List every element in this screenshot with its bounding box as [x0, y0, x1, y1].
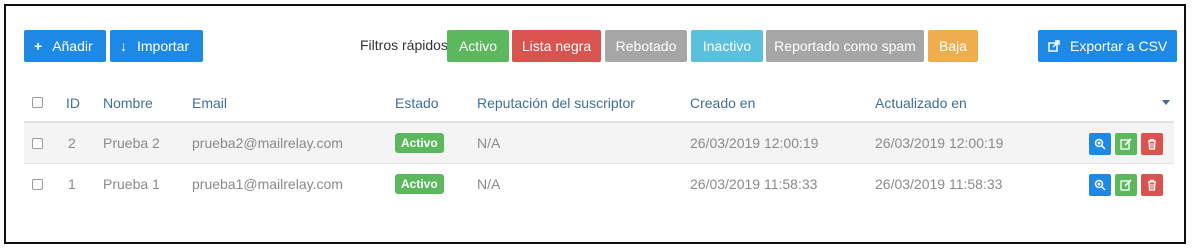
row-status-cell: Activo [395, 164, 444, 204]
delete-button[interactable] [1141, 174, 1163, 196]
toolbar: + Añadir ↓ Importar Filtros rápidos Activo… [6, 6, 1184, 86]
zoom-in-icon [1094, 179, 1106, 191]
header-status[interactable]: Estado [395, 84, 439, 121]
view-button[interactable] [1089, 174, 1111, 196]
row-email: prueba2@mailrelay.com [192, 135, 343, 151]
table-header-row: ID Nombre Email Estado Reputación del su… [24, 84, 1174, 121]
header-id[interactable]: ID [66, 84, 80, 121]
filter-spam-button[interactable]: Reportado como spam [766, 30, 924, 62]
table-row: 2 Prueba 2 prueba2@mailrelay.com Activo … [24, 121, 1174, 163]
row-select-cell [32, 164, 43, 204]
row-created: 26/03/2019 11:58:33 [690, 176, 818, 192]
row-email: prueba1@mailrelay.com [192, 176, 343, 192]
filter-bounced-label: Rebotado [615, 38, 677, 54]
external-link-icon [1048, 30, 1060, 62]
status-badge: Activo [395, 174, 444, 194]
filter-inactive-label: Inactivo [702, 38, 752, 54]
add-button[interactable]: + Añadir [24, 30, 106, 62]
row-select-cell [32, 123, 43, 163]
arrow-down-icon: ↓ [120, 38, 127, 54]
header-updated[interactable]: Actualizado en [875, 84, 967, 121]
row-name: Prueba 1 [103, 176, 160, 192]
filter-unsubscribed-label: Baja [938, 38, 968, 54]
row-id: 1 [68, 176, 76, 192]
row-id: 2 [68, 135, 76, 151]
filter-bounced-button[interactable]: Rebotado [605, 30, 687, 62]
subscribers-table: ID Nombre Email Estado Reputación del su… [24, 84, 1174, 204]
select-all-checkbox[interactable] [32, 97, 43, 108]
edit-button[interactable] [1115, 133, 1137, 155]
row-checkbox[interactable] [32, 137, 43, 149]
header-email[interactable]: Email [192, 84, 227, 121]
table-row: 1 Prueba 1 prueba1@mailrelay.com Activo … [24, 163, 1174, 204]
filter-blacklist-label: Lista negra [521, 38, 592, 54]
header-name[interactable]: Nombre [103, 84, 153, 121]
import-button-label: Importar [137, 38, 190, 54]
columns-menu-icon[interactable] [1162, 84, 1170, 121]
filter-unsubscribed-button[interactable]: Baja [928, 30, 978, 62]
zoom-in-icon [1094, 138, 1106, 150]
row-reputation: N/A [477, 135, 501, 151]
select-all-cell [32, 84, 43, 121]
filter-spam-label: Reportado como spam [774, 38, 916, 54]
filter-inactive-button[interactable]: Inactivo [691, 30, 763, 62]
delete-button[interactable] [1141, 133, 1163, 155]
edit-icon [1120, 179, 1132, 191]
header-created[interactable]: Creado en [690, 84, 755, 121]
edit-button[interactable] [1115, 174, 1137, 196]
row-updated: 26/03/2019 12:00:19 [875, 135, 1004, 151]
row-updated: 26/03/2019 11:58:33 [875, 176, 1003, 192]
add-button-label: Añadir [52, 38, 93, 54]
export-csv-label: Exportar a CSV [1070, 38, 1168, 54]
import-button[interactable]: ↓ Importar [110, 30, 203, 62]
header-reputation[interactable]: Reputación del suscriptor [477, 84, 635, 121]
row-created: 26/03/2019 12:00:19 [690, 135, 819, 151]
row-status-cell: Activo [395, 123, 444, 163]
subscribers-panel: + Añadir ↓ Importar Filtros rápidos Activo… [4, 4, 1186, 244]
export-csv-button[interactable]: Exportar a CSV [1038, 30, 1177, 62]
filter-active-button[interactable]: Activo [447, 30, 509, 62]
view-button[interactable] [1089, 133, 1111, 155]
plus-icon: + [34, 38, 43, 54]
trash-icon [1148, 138, 1156, 150]
row-name: Prueba 2 [103, 135, 160, 151]
trash-icon [1148, 179, 1156, 191]
quick-filters-label: Filtros rápidos [360, 37, 448, 53]
edit-icon [1120, 138, 1132, 150]
status-badge: Activo [395, 133, 444, 153]
row-reputation: N/A [477, 176, 501, 192]
filter-active-label: Activo [458, 38, 498, 54]
filter-blacklist-button[interactable]: Lista negra [512, 30, 601, 62]
row-checkbox[interactable] [32, 178, 43, 190]
